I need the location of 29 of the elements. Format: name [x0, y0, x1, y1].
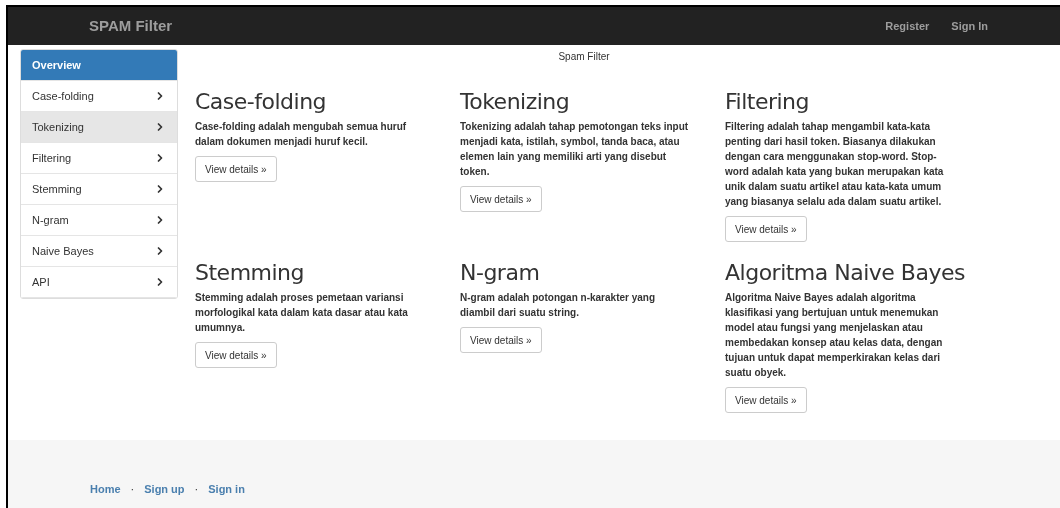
page-title: Spam Filter: [557, 50, 611, 64]
section-heading: N-gram: [460, 260, 540, 286]
section-heading: Filtering: [725, 89, 809, 115]
footer-link[interactable]: Home: [90, 480, 121, 498]
view-details-button[interactable]: View details »: [725, 387, 807, 413]
brand-title[interactable]: SPAM Filter: [89, 14, 173, 38]
sidebar-item[interactable]: Overview: [21, 50, 177, 81]
section-heading: Stemming: [195, 260, 304, 286]
view-details-button[interactable]: View details »: [195, 342, 277, 368]
section-text: Stemming adalah proses pemetaan variansi morfologikal kata dalam kata dasar atau kata umumnya.: [195, 291, 409, 335]
nav-link[interactable]: Sign In: [951, 17, 988, 35]
section-text: Filtering adalah tahap mengambil kata-kata penting dari hasil token. Biasanya dilakukan dengan cara menggunakan stop-word. Stop-word adalah kata yang bukan merupakan kata unik dalam suatu artikel atau kata-kata umum yang biasanya selalu ada dalam suatu artikel.: [725, 120, 945, 209]
view-details-button[interactable]: View details »: [725, 216, 807, 242]
section-text: Algoritma Naive Bayes adalah algoritma klasifikasi yang bertujuan untuk menemukan model atau fungsi yang menjelaskan atau membedakan konsep atau kelas data, dengan tujuan untuk dapat memperkirakan kelas dari suatu obyek.: [725, 291, 944, 380]
separator-dot: ·: [130, 481, 135, 497]
footer-link[interactable]: Sign up: [144, 480, 185, 498]
section-text: N-gram adalah potongan n-karakter yang diambil dari suatu string.: [460, 291, 657, 320]
view-details-button[interactable]: View details »: [460, 186, 542, 212]
nav-link[interactable]: Register: [885, 17, 930, 35]
sidebar-item[interactable]: Tokenizing: [21, 112, 177, 143]
separator-dot: ·: [194, 481, 199, 497]
section-heading: Case-folding: [195, 89, 327, 115]
view-details-button[interactable]: View details »: [195, 156, 277, 182]
section-heading: Tokenizing: [460, 89, 570, 115]
footer-link[interactable]: Sign in: [208, 480, 245, 498]
section-text: Tokenizing adalah tahap pemotongan teks input menjadi kata, istilah, symbol, tanda baca, atau elemen lain yang memiliki arti yang disebut token.: [460, 120, 689, 179]
section-text: Case-folding adalah mengubah semua huruf dalam dokumen menjadi huruf kecil.: [195, 120, 408, 149]
section-heading: Algoritma Naive Bayes: [725, 260, 965, 286]
view-details-button[interactable]: View details »: [460, 327, 542, 353]
